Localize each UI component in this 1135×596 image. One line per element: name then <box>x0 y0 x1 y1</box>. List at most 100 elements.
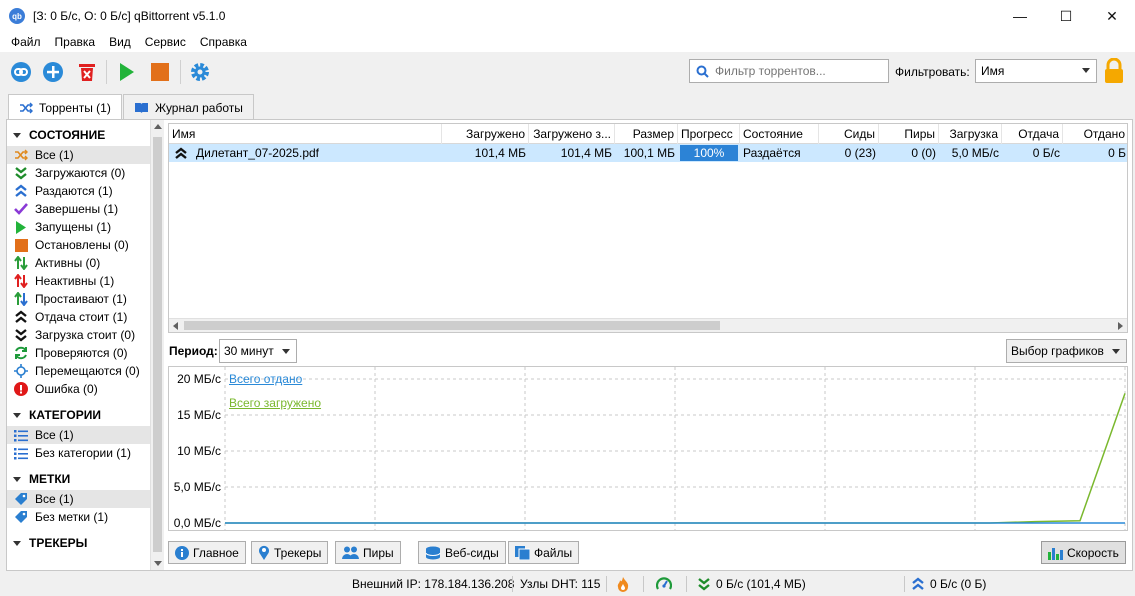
table-row[interactable]: Дилетант_07-2025.pdf 101,4 МБ 101,4 МБ 1… <box>169 144 1127 162</box>
tab-log[interactable]: Журнал работы <box>123 94 254 120</box>
graphs-select-label: Выбор графиков <box>1011 344 1104 358</box>
tags-section-header[interactable]: МЕТКИ <box>7 468 150 490</box>
column-progress[interactable]: Прогресс <box>678 124 740 144</box>
status-section-header[interactable]: СОСТОЯНИЕ <box>7 124 150 146</box>
double-up-black-icon <box>15 310 27 323</box>
tab-trackers[interactable]: Трекеры <box>251 541 329 564</box>
scrollbar-thumb[interactable] <box>153 137 162 552</box>
lock-icon <box>1105 57 1123 83</box>
tab-general[interactable]: Главное <box>168 541 246 564</box>
server-icon <box>425 546 441 559</box>
column-up-speed[interactable]: Отдача <box>1002 124 1063 144</box>
column-uploaded[interactable]: Отдано <box>1063 124 1127 144</box>
status-filter-stalled-upload[interactable]: Отдача стоит (1) <box>7 308 150 326</box>
menu-edit[interactable]: Правка <box>48 35 103 49</box>
status-filter-seeding[interactable]: Раздаются (1) <box>7 182 150 200</box>
menu-view[interactable]: Вид <box>102 35 138 49</box>
add-link-button[interactable] <box>9 60 33 84</box>
cell-progress: 100% <box>678 144 740 162</box>
tab-log-label: Журнал работы <box>155 100 243 115</box>
menu-tools[interactable]: Сервис <box>138 35 193 49</box>
shuffle-icon <box>20 102 33 114</box>
speed-button[interactable]: Скорость <box>1041 541 1126 564</box>
column-seeds[interactable]: Сиды <box>819 124 879 144</box>
maximize-button[interactable]: ☐ <box>1043 0 1089 32</box>
column-state[interactable]: Состояние <box>740 124 819 144</box>
download-speed-icon <box>698 578 710 591</box>
tag-filter-label: Все (1) <box>35 492 74 506</box>
updown-stalled-icon <box>14 292 28 306</box>
settings-button[interactable] <box>188 60 212 84</box>
close-button[interactable]: ✕ <box>1089 0 1135 32</box>
column-name[interactable]: Имя <box>169 124 442 144</box>
trackers-header-label: ТРЕКЕРЫ <box>29 536 88 550</box>
stop-button[interactable] <box>148 60 172 84</box>
collapse-caret-icon <box>13 412 21 418</box>
tab-files[interactable]: Файлы <box>508 541 580 564</box>
collapse-caret-icon <box>13 132 21 138</box>
torrent-name: Дилетант_07-2025.pdf <box>196 146 319 160</box>
scrollbar-thumb[interactable] <box>184 321 720 330</box>
scroll-down-icon[interactable] <box>154 561 162 566</box>
download-status[interactable]: 0 Б/с (101,4 МБ) <box>698 577 806 591</box>
column-peers[interactable]: Пиры <box>879 124 939 144</box>
category-filter-all[interactable]: Все (1) <box>7 426 150 444</box>
refresh-icon <box>15 346 27 360</box>
speedometer-icon <box>656 577 672 590</box>
speed-limits-toggle[interactable] <box>656 577 672 591</box>
speed-graph-canvas <box>224 367 1126 530</box>
categories-section-header[interactable]: КАТЕГОРИИ <box>7 404 150 426</box>
status-filter-label: Загрузка стоит (0) <box>35 328 136 342</box>
status-filter-stalled[interactable]: Простаивают (1) <box>7 290 150 308</box>
minimize-button[interactable]: — <box>997 0 1043 32</box>
column-downloaded[interactable]: Загружено <box>442 124 529 144</box>
collapse-caret-icon <box>13 540 21 546</box>
updown-inactive-icon <box>14 274 28 288</box>
period-select[interactable]: 30 минут <box>219 339 297 363</box>
filter-field-select[interactable]: Имя <box>975 59 1097 83</box>
column-dl-speed[interactable]: Загрузка <box>939 124 1002 144</box>
add-torrent-button[interactable] <box>41 60 65 84</box>
scroll-up-icon[interactable] <box>154 124 162 129</box>
status-filter-moving[interactable]: Перемещаются (0) <box>7 362 150 380</box>
lock-button[interactable] <box>1103 57 1125 87</box>
tab-webseeds[interactable]: Веб-сиды <box>418 541 506 564</box>
tab-torrents[interactable]: Торренты (1) <box>8 94 122 121</box>
status-filter-inactive[interactable]: Неактивны (1) <box>7 272 150 290</box>
table-horizontal-scrollbar[interactable] <box>169 318 1127 332</box>
legend-total-download[interactable]: Всего загружено <box>229 396 321 410</box>
status-filter-downloading[interactable]: Загружаются (0) <box>7 164 150 182</box>
search-input[interactable] <box>715 64 875 78</box>
scroll-right-icon[interactable] <box>1118 322 1123 330</box>
tag-filter-untagged[interactable]: Без метки (1) <box>7 508 150 526</box>
start-icon <box>120 63 134 81</box>
settings-icon <box>191 63 209 81</box>
status-filter-stalled-download[interactable]: Загрузка стоит (0) <box>7 326 150 344</box>
start-button[interactable] <box>114 60 138 84</box>
tab-peers[interactable]: Пиры <box>335 541 401 564</box>
trackers-section-header[interactable]: ТРЕКЕРЫ <box>7 532 150 554</box>
y-tick-label: 5,0 МБ/с <box>173 480 221 494</box>
category-filter-uncategorized[interactable]: Без категории (1) <box>7 444 150 462</box>
status-filter-active[interactable]: Активны (0) <box>7 254 150 272</box>
connection-status[interactable] <box>617 577 629 592</box>
status-filter-error[interactable]: Ошибка (0) <box>7 380 150 398</box>
column-downloaded-session[interactable]: Загружено з... <box>529 124 615 144</box>
status-filter-checking[interactable]: Проверяются (0) <box>7 344 150 362</box>
status-filter-all[interactable]: Все (1) <box>7 146 150 164</box>
column-size[interactable]: Размер <box>615 124 678 144</box>
menu-help[interactable]: Справка <box>193 35 254 49</box>
status-filter-stopped[interactable]: Остановлены (0) <box>7 236 150 254</box>
tag-filter-all[interactable]: Все (1) <box>7 490 150 508</box>
main-tabs: Торренты (1) Журнал работы <box>0 94 1135 121</box>
status-filter-completed[interactable]: Завершены (1) <box>7 200 150 218</box>
menu-file[interactable]: Файл <box>4 35 48 49</box>
scroll-left-icon[interactable] <box>173 322 178 330</box>
delete-button[interactable] <box>75 60 99 84</box>
sidebar-scrollbar[interactable] <box>150 120 164 570</box>
shuffle-icon <box>15 149 28 161</box>
graphs-select[interactable]: Выбор графиков <box>1006 339 1127 363</box>
status-filter-running[interactable]: Запущены (1) <box>7 218 150 236</box>
legend-total-upload[interactable]: Всего отдано <box>229 372 302 386</box>
upload-status[interactable]: 0 Б/с (0 Б) <box>912 577 986 591</box>
